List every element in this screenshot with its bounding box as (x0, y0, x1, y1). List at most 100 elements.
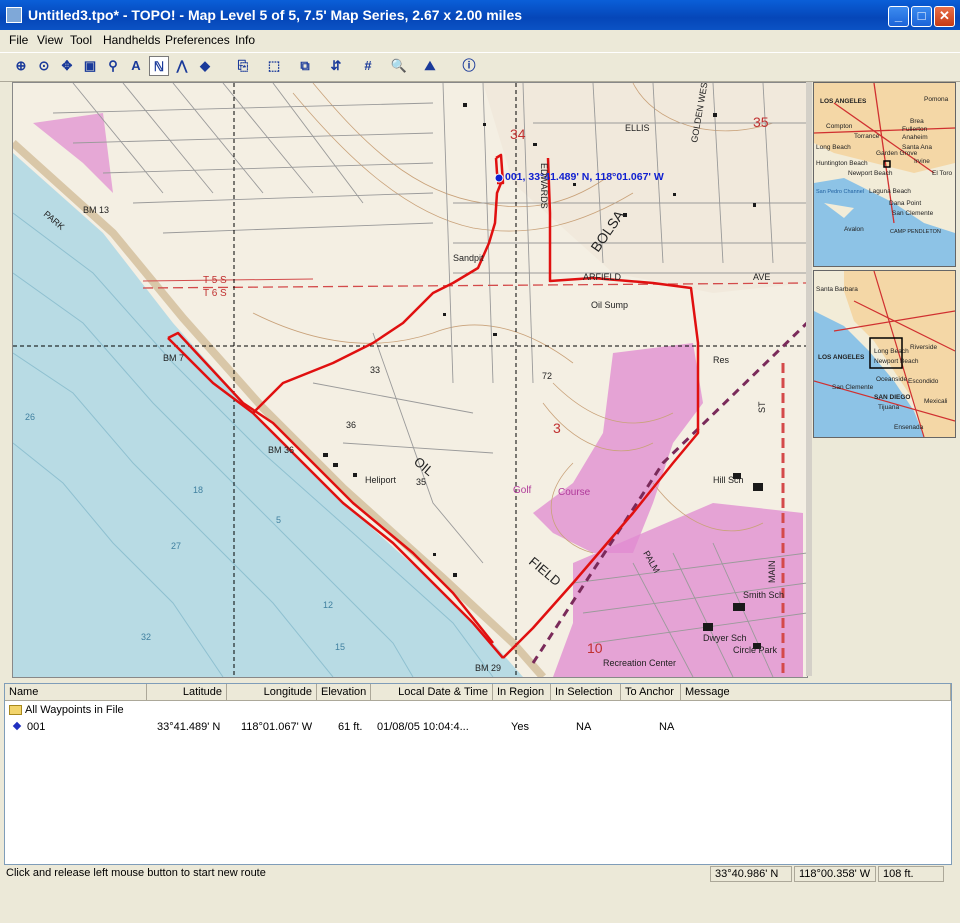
overview-label-pomona: Pomona (924, 96, 949, 103)
waypoint-001-marker (494, 173, 504, 183)
status-elevation: 108 ft. (878, 866, 944, 882)
overview-map-state[interactable]: LOS ANGELES Long Beach Newport Beach San… (813, 270, 956, 438)
topo-map[interactable]: 001, 33°41.489' N, 118°01.067' W BM 13 P… (12, 82, 808, 678)
map-label-elev-72: 72 (542, 371, 552, 381)
row-name: 001 (27, 721, 46, 733)
pan-icon[interactable]: ✥ (57, 56, 77, 76)
menu-view[interactable]: View (37, 33, 63, 47)
overview-label-santa-barbara: Santa Barbara (816, 286, 858, 293)
map-label-section-34: 34 (510, 126, 526, 142)
map-label-oil-sump: Oil Sump (591, 300, 628, 310)
map-label-bm29: BM 29 (475, 663, 501, 673)
map-label-ave: AVE (753, 272, 770, 282)
status-latitude: 33°40.986' N (710, 866, 792, 882)
overview-map-regional[interactable]: LOS ANGELES Compton Long Beach Torrance … (813, 82, 956, 267)
info-icon[interactable]: ⓘ (459, 56, 479, 76)
map-label-edwards: EDWARDS (539, 163, 549, 209)
select-icon[interactable]: ⬚ (264, 56, 284, 76)
column-header-datetime[interactable]: Local Date & Time (371, 684, 493, 701)
overview-label-camp-pendleton: CAMP PENDLETON (890, 229, 941, 235)
map-label-field: FIELD (526, 554, 564, 589)
map-label-bm36: BM 36 (268, 445, 294, 455)
overview-label-dana-point: Dana Point (889, 200, 921, 207)
compass-icon[interactable]: ⋀ (172, 56, 192, 76)
overview-label-channel: San Pedro Channel (816, 189, 864, 195)
map-label-depth-27: 27 (171, 541, 181, 551)
row-latitude: 33°41.489' N (157, 721, 221, 733)
column-header-in-selection[interactable]: In Selection (551, 684, 621, 701)
map-label-course: Course (558, 487, 591, 498)
column-header-to-anchor[interactable]: To Anchor (621, 684, 681, 701)
overview-label-newport: Newport Beach (848, 170, 893, 177)
map-label-section-10: 10 (587, 640, 603, 656)
grid-icon[interactable]: # (358, 56, 378, 76)
folder-label: All Waypoints in File (25, 704, 124, 716)
status-bar: Click and release left mouse button to s… (0, 864, 960, 884)
map-waypoint-label: 001, 33°41.489' N, 118°01.067' W (505, 171, 664, 183)
overview-label-san-clemente: San Clemente (892, 210, 934, 217)
map-label-st: ST (757, 401, 767, 413)
map-label-sandpit: Sandpit (453, 253, 484, 263)
overview-label-tijuana: Tijuana (878, 404, 899, 411)
menu-handhelds[interactable]: Handhelds (103, 33, 160, 47)
folder-icon (9, 705, 22, 715)
map-label-arfield: ARFIELD (583, 272, 622, 282)
menu-info[interactable]: Info (235, 33, 255, 47)
menu-tool[interactable]: Tool (70, 33, 92, 47)
overview-label-san-clemente-state: San Clemente (832, 384, 874, 391)
profile-icon[interactable]: ⛰ (420, 56, 440, 76)
overview-label-ensenada: Ensenada (894, 424, 924, 431)
overview-label-compton: Compton (826, 123, 853, 130)
gps-icon[interactable]: ⇵ (326, 56, 346, 76)
map-label-depth-32: 32 (141, 632, 151, 642)
column-header-message[interactable]: Message (681, 684, 951, 701)
overview-label-avalon: Avalon (844, 226, 864, 233)
overview-label-san-diego: SAN DIEGO (874, 394, 910, 401)
copy-icon[interactable]: ▣ (80, 56, 100, 76)
overview-label-anaheim: Anaheim (902, 134, 928, 141)
zoom-in-icon[interactable]: ⊕ (11, 56, 31, 76)
overview-label-la-state: LOS ANGELES (818, 354, 865, 361)
zoom-icon[interactable]: 🔍 (389, 56, 409, 76)
map-label-heliport: Heliport (365, 475, 397, 485)
overview-label-los-angeles: LOS ANGELES (820, 98, 867, 105)
table-row[interactable]: 001 33°41.489' N 118°01.067' W 61 ft. 01… (5, 720, 951, 736)
minimize-button[interactable]: _ (888, 6, 909, 27)
overview-label-long-beach: Long Beach (816, 144, 851, 151)
map-label-hill-sch: Hill Sch (713, 475, 744, 485)
grid-align-icon[interactable]: ⧉ (295, 56, 315, 76)
close-button[interactable]: ✕ (934, 6, 955, 27)
column-header-in-region[interactable]: In Region (493, 684, 551, 701)
waypoint-icon[interactable]: ◆ (195, 56, 215, 76)
menu-file[interactable]: File (9, 33, 28, 47)
menu-preferences[interactable]: Preferences (165, 33, 230, 47)
row-longitude: 118°01.067' W (241, 721, 313, 733)
column-header-name[interactable]: Name (5, 684, 147, 701)
map-label-depth-15: 15 (335, 642, 345, 652)
status-message: Click and release left mouse button to s… (2, 866, 708, 882)
column-header-latitude[interactable]: Latitude (147, 684, 227, 701)
map-label-bm7: BM 7 (163, 353, 184, 363)
open-icon[interactable]: ⎘ (233, 56, 253, 76)
overview-label-irvine: Irvine (914, 158, 930, 165)
pin-icon[interactable]: ⚲ (103, 56, 123, 76)
map-label-depth-26: 26 (25, 412, 35, 422)
map-label-elev-35: 35 (416, 477, 426, 487)
column-header-elevation[interactable]: Elevation (317, 684, 371, 701)
window-title: Untitled3.tpo* - TOPO! - Map Level 5 of … (28, 7, 523, 23)
maximize-button[interactable]: □ (911, 6, 932, 27)
title-bar: Untitled3.tpo* - TOPO! - Map Level 5 of … (0, 0, 960, 30)
text-icon[interactable]: A (126, 56, 146, 76)
route-icon[interactable]: ℕ (149, 56, 169, 76)
toolbar: ⊕ ⊙ ✥ ▣ ⚲ A ℕ ⋀ ◆ ⎘ ⬚ ⧉ ⇵ # 🔍 ⛰ ⓘ (0, 52, 960, 82)
waypoint-diamond-icon (12, 721, 22, 731)
status-longitude: 118°00.358' W (794, 866, 876, 882)
map-label-t6s: T 6 S (203, 288, 227, 299)
overview-label-huntington: Huntington Beach (816, 160, 868, 167)
overview-label-oceanside: Oceanside (876, 376, 907, 383)
column-header-longitude[interactable]: Longitude (227, 684, 317, 701)
map-label-recreation: Recreation Center (603, 658, 676, 668)
center-icon[interactable]: ⊙ (34, 56, 54, 76)
map-label-depth-5: 5 (276, 515, 281, 525)
waypoint-list[interactable]: Name Latitude Longitude Elevation Local … (4, 683, 952, 865)
